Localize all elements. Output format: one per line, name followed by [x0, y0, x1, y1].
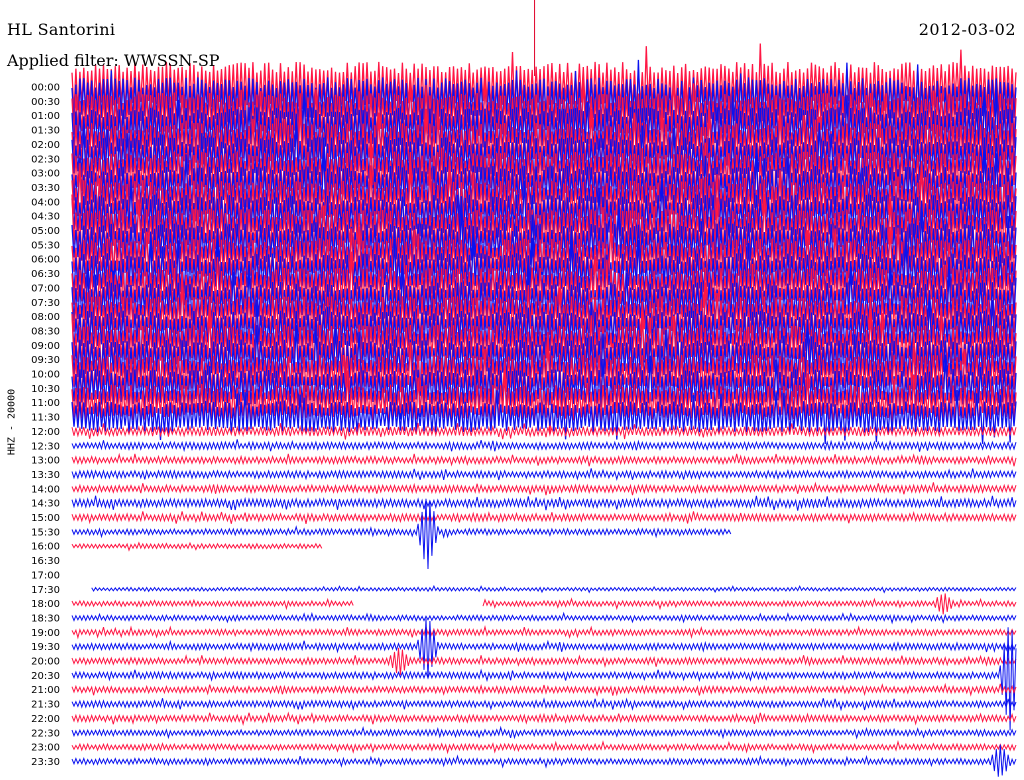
- helicorder-view: HL Santorini 2012-03-02 00:00 00:30 01:00 0…: [0, 0, 1024, 780]
- row-time-label: 18:30: [31, 613, 60, 624]
- trace-row-1330: [71, 468, 1017, 481]
- row-time-label: 10:30: [31, 384, 60, 395]
- row-time-label: 02:30: [31, 154, 60, 165]
- row-time-label: 22:30: [31, 728, 60, 739]
- trace-row-2130: [71, 697, 1017, 712]
- row-time-label: 03:00: [31, 169, 60, 180]
- tick-label-group: 00:00 00:30 01:00 01:30 02:00 02:30 03:00 03:30…: [31, 83, 60, 768]
- row-time-label: 05:00: [31, 226, 60, 237]
- row-time-label: 17:00: [31, 570, 60, 581]
- row-time-label: 16:00: [31, 542, 60, 553]
- trace-row-1730: [91, 584, 1017, 594]
- trace-row-1200: [71, 422, 1017, 440]
- row-time-label: 22:00: [31, 714, 60, 725]
- trace-row-1600: [71, 541, 323, 552]
- trace-row-1430: [71, 495, 1017, 511]
- row-time-label: 09:00: [31, 341, 60, 352]
- filter-label: Applied filter: WWSSN-SP: [7, 51, 220, 70]
- trace-row-2300: [71, 739, 1017, 755]
- trace-row-2100: [71, 682, 1017, 697]
- trace-row-1230: [71, 439, 1017, 453]
- trace-group: [71, 43, 1017, 777]
- row-time-label: 17:30: [31, 585, 60, 596]
- row-time-label: 15:00: [31, 513, 60, 524]
- trace-row-1500: [71, 510, 1017, 525]
- trace-row-1900: [71, 624, 1017, 640]
- row-time-label: 00:30: [31, 97, 60, 108]
- row-time-label: 00:00: [31, 83, 60, 94]
- row-time-label: 04:30: [31, 212, 60, 223]
- row-time-label: 06:00: [31, 255, 60, 266]
- trace-row-1800: [71, 593, 1017, 615]
- row-time-label: 23:30: [31, 757, 60, 768]
- trace-row-2230: [71, 725, 1017, 740]
- row-time-label: 18:00: [31, 599, 60, 610]
- row-time-label: 07:30: [31, 298, 60, 309]
- row-time-label: 09:30: [31, 355, 60, 366]
- row-time-label: 06:30: [31, 269, 60, 280]
- row-time-label: 19:00: [31, 628, 60, 639]
- trace-row-1830: [71, 611, 1017, 625]
- row-time-label: 20:30: [31, 671, 60, 682]
- row-time-label: 21:30: [31, 700, 60, 711]
- trace-row-2200: [71, 711, 1017, 726]
- row-time-label: 14:00: [31, 484, 60, 495]
- row-time-label: 02:00: [31, 140, 60, 151]
- row-time-label: 08:30: [31, 326, 60, 337]
- row-time-label: 04:00: [31, 197, 60, 208]
- trace-row-1530: [71, 498, 732, 570]
- row-time-label: 14:30: [31, 499, 60, 510]
- seismogram-plot: 00:00 00:30 01:00 01:30 02:00 02:30 03:00 03:30…: [31, 0, 1017, 777]
- trace-row-1300: [71, 452, 1017, 467]
- row-time-label: 12:00: [31, 427, 60, 438]
- row-time-label: 19:30: [31, 642, 60, 653]
- trace-row-2330: [71, 744, 1017, 777]
- row-time-label: 10:00: [31, 370, 60, 381]
- row-time-label: 21:00: [31, 685, 60, 696]
- row-time-label: 11:00: [31, 398, 60, 409]
- trace-row-1400: [71, 481, 1017, 496]
- row-time-label: 12:30: [31, 441, 60, 452]
- row-time-label: 01:00: [31, 111, 60, 122]
- row-time-label: 08:00: [31, 312, 60, 323]
- row-time-label: 01:30: [31, 126, 60, 137]
- row-time-label: 15:30: [31, 527, 60, 538]
- row-time-label: 20:00: [31, 657, 60, 668]
- row-time-label: 13:00: [31, 456, 60, 467]
- channel-label: HHZ - 20000: [6, 388, 18, 456]
- row-time-label: 05:30: [31, 240, 60, 251]
- row-time-label: 13:30: [31, 470, 60, 481]
- row-time-label: 07:00: [31, 283, 60, 294]
- row-time-label: 03:30: [31, 183, 60, 194]
- trace-row-1930: [71, 618, 1017, 679]
- row-time-label: 11:30: [31, 413, 60, 424]
- row-time-label: 16:30: [31, 556, 60, 567]
- row-time-label: 23:00: [31, 743, 60, 754]
